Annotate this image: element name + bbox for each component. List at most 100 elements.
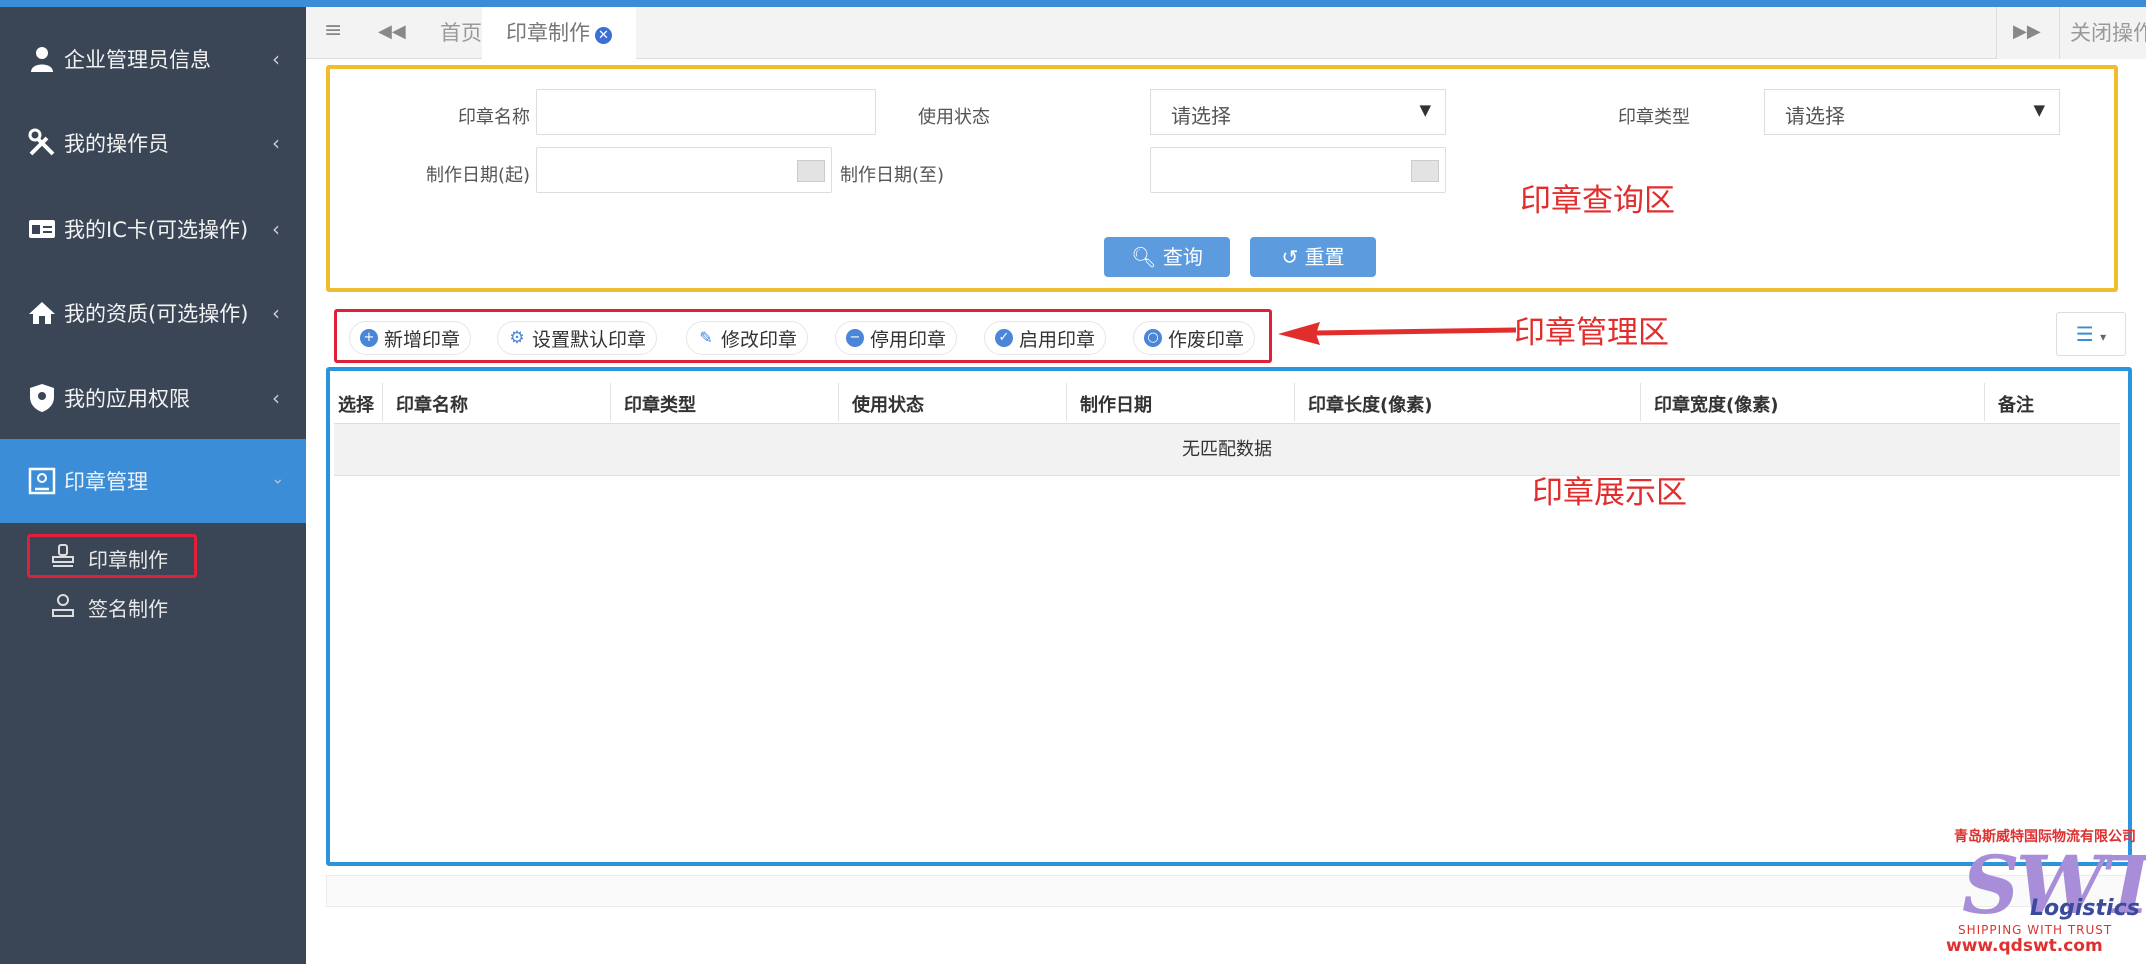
person-icon [50, 592, 76, 618]
watermark-slogan: SHIPPING WITH TRUST [1958, 923, 2113, 937]
display-area-annotation: 印章展示区 [1532, 475, 1687, 511]
column-header-seal-type[interactable]: 印章类型 [624, 391, 696, 417]
disable-seal-label: 停用印章 [870, 328, 947, 351]
set-default-seal-button[interactable]: ⚙ 设置默认印章 [497, 321, 658, 355]
reset-icon: ↺ [1281, 245, 1299, 269]
sidebar-item-operators[interactable]: 我的操作员 ‹ [0, 101, 306, 185]
tab-next-icon[interactable]: ▶▶ [2013, 21, 2041, 42]
empty-table-row: 无匹配数据 [334, 424, 2120, 476]
minus-icon: − [846, 329, 864, 347]
tab-prev-icon[interactable]: ◀◀ [378, 21, 406, 42]
date-from-label: 制作日期(起) [425, 165, 530, 186]
tab-seal-make[interactable]: 印章制作 ✕ [482, 7, 636, 59]
disable-seal-button[interactable]: − 停用印章 [835, 321, 958, 355]
sidebar-item-label: 企业管理员信息 [64, 48, 211, 72]
id-card-icon [26, 213, 58, 245]
watermark-sub: Logistics [2030, 896, 2140, 921]
sidebar-subitem-label: 签名制作 [88, 597, 168, 621]
column-header-remark[interactable]: 备注 [1998, 391, 2034, 417]
search-button-label: 查询 [1162, 245, 1203, 269]
column-header-seal-length[interactable]: 印章长度(像素) [1308, 391, 1432, 417]
column-header-seal-width[interactable]: 印章宽度(像素) [1654, 391, 1778, 417]
sidebar-item-label: 我的IC卡(可选操作) [64, 218, 249, 242]
type-select[interactable]: 请选择 ▼ [1764, 89, 2060, 135]
date-to-input[interactable] [1150, 147, 1446, 193]
date-to-label: 制作日期(至) [839, 165, 944, 186]
void-seal-label: 作废印章 [1168, 328, 1245, 351]
check-icon: ✓ [995, 329, 1013, 347]
gear-icon: ⚙ [509, 328, 525, 348]
column-divider [1640, 383, 1641, 421]
close-operations-button[interactable]: 关闭操作 [2059, 7, 2146, 59]
home-icon [26, 297, 58, 329]
table-header: 选择 印章名称 印章类型 使用状态 制作日期 印章长度(像素) 印章宽度(像素)… [334, 379, 2120, 424]
chevron-left-icon: ‹ [272, 301, 280, 325]
plus-icon: + [360, 329, 378, 347]
add-seal-button[interactable]: + 新增印章 [349, 321, 472, 355]
query-area-annotation: 印章查询区 [1520, 183, 1675, 219]
column-toggle-button[interactable]: ☰ ▾ [2056, 312, 2126, 356]
status-label: 使用状态 [918, 107, 990, 128]
chevron-left-icon: ‹ [272, 131, 280, 155]
dropdown-arrow-icon: ▼ [1419, 101, 1431, 119]
sidebar-item-seal-management[interactable]: 印章管理 ‹ [0, 439, 306, 523]
sidebar-item-label: 我的操作员 [64, 132, 169, 156]
enable-seal-button[interactable]: ✓ 启用印章 [984, 321, 1107, 355]
pencil-icon: ✎ [699, 328, 713, 347]
edit-seal-label: 修改印章 [721, 328, 798, 351]
tab-bar: ≡ ◀◀ 首页 印章制作 ✕ ▶▶ 关闭操作 [306, 7, 2146, 59]
close-icon[interactable]: ✕ [595, 27, 612, 44]
sidebar: 企业管理员信息 ‹ 我的操作员 ‹ 我的IC卡(可选操作) ‹ 我的资质(可选操… [0, 7, 306, 964]
void-seal-button[interactable]: ○ 作废印章 [1133, 321, 1256, 355]
shield-icon [26, 382, 58, 414]
management-area-annotation: 印章管理区 [1514, 315, 1669, 351]
main-content: ≡ ◀◀ 首页 印章制作 ✕ ▶▶ 关闭操作 印章名称 使用状态 请选择 ▼ 印章类… [306, 7, 2146, 964]
sidebar-item-app-permissions[interactable]: 我的应用权限 ‹ [0, 356, 306, 440]
edit-seal-button[interactable]: ✎ 修改印章 [686, 321, 809, 355]
chevron-left-icon: ‹ [272, 47, 280, 71]
tab-label: 印章制作 [506, 21, 590, 45]
user-icon [26, 43, 58, 75]
table-pager [326, 875, 2132, 907]
seal-make-highlight [27, 534, 197, 578]
column-divider [1294, 383, 1295, 421]
void-icon: ○ [1144, 329, 1162, 347]
type-label: 印章类型 [1618, 107, 1690, 128]
annotation-arrow [1278, 322, 1516, 345]
management-toolbar: + 新增印章 ⚙ 设置默认印章 ✎ 修改印章 − 停用印章 ✓ 启用印章 ○ 作废印章 [334, 309, 1272, 363]
enable-seal-label: 启用印章 [1019, 328, 1096, 351]
column-header-select[interactable]: 选择 [338, 391, 374, 417]
sidebar-item-admin-info[interactable]: 企业管理员信息 ‹ [0, 17, 306, 101]
tab-home[interactable]: 首页 [440, 7, 482, 59]
column-header-seal-name[interactable]: 印章名称 [396, 391, 468, 417]
top-accent-bar [0, 0, 2146, 7]
dropdown-arrow-icon: ▼ [2033, 101, 2045, 119]
reset-button[interactable]: ↺ 重置 [1250, 237, 1376, 277]
company-watermark-logo: 青岛斯威特国际物流有限公司 SWT Logistics SHIPPING WIT… [1940, 820, 2146, 960]
column-header-make-date[interactable]: 制作日期 [1080, 391, 1152, 417]
search-icon: 🔍︎ [1131, 245, 1157, 269]
sidebar-item-qualification[interactable]: 我的资质(可选操作) ‹ [0, 271, 306, 355]
list-icon: ☰ [2075, 322, 2094, 346]
reset-button-label: 重置 [1304, 245, 1345, 269]
sidebar-subitem-signature-make[interactable]: 签名制作 [0, 583, 306, 627]
chevron-down-icon: ‹ [267, 477, 287, 485]
chevron-down-icon: ▾ [2100, 330, 2107, 344]
column-divider [610, 383, 611, 421]
status-select-value: 请选择 [1171, 104, 1231, 128]
status-select[interactable]: 请选择 ▼ [1150, 89, 1446, 135]
column-divider [1066, 383, 1067, 421]
column-divider [838, 383, 839, 421]
seal-manage-icon [26, 465, 58, 497]
query-area: 印章名称 使用状态 请选择 ▼ 印章类型 请选择 ▼ 制作日期(起) 制作日期(至)… [326, 65, 2118, 292]
chevron-left-icon: ‹ [272, 217, 280, 241]
sidebar-item-label: 印章管理 [64, 470, 148, 494]
tools-icon [26, 127, 58, 159]
calendar-icon[interactable] [1411, 160, 1439, 182]
sidebar-item-label: 我的应用权限 [64, 387, 190, 411]
column-header-status[interactable]: 使用状态 [852, 391, 924, 417]
search-button[interactable]: 🔍︎ 查询 [1104, 237, 1230, 277]
sidebar-item-ic-card[interactable]: 我的IC卡(可选操作) ‹ [0, 187, 306, 271]
set-default-seal-label: 设置默认印章 [532, 328, 647, 351]
menu-toggle-icon[interactable]: ≡ [324, 18, 342, 43]
